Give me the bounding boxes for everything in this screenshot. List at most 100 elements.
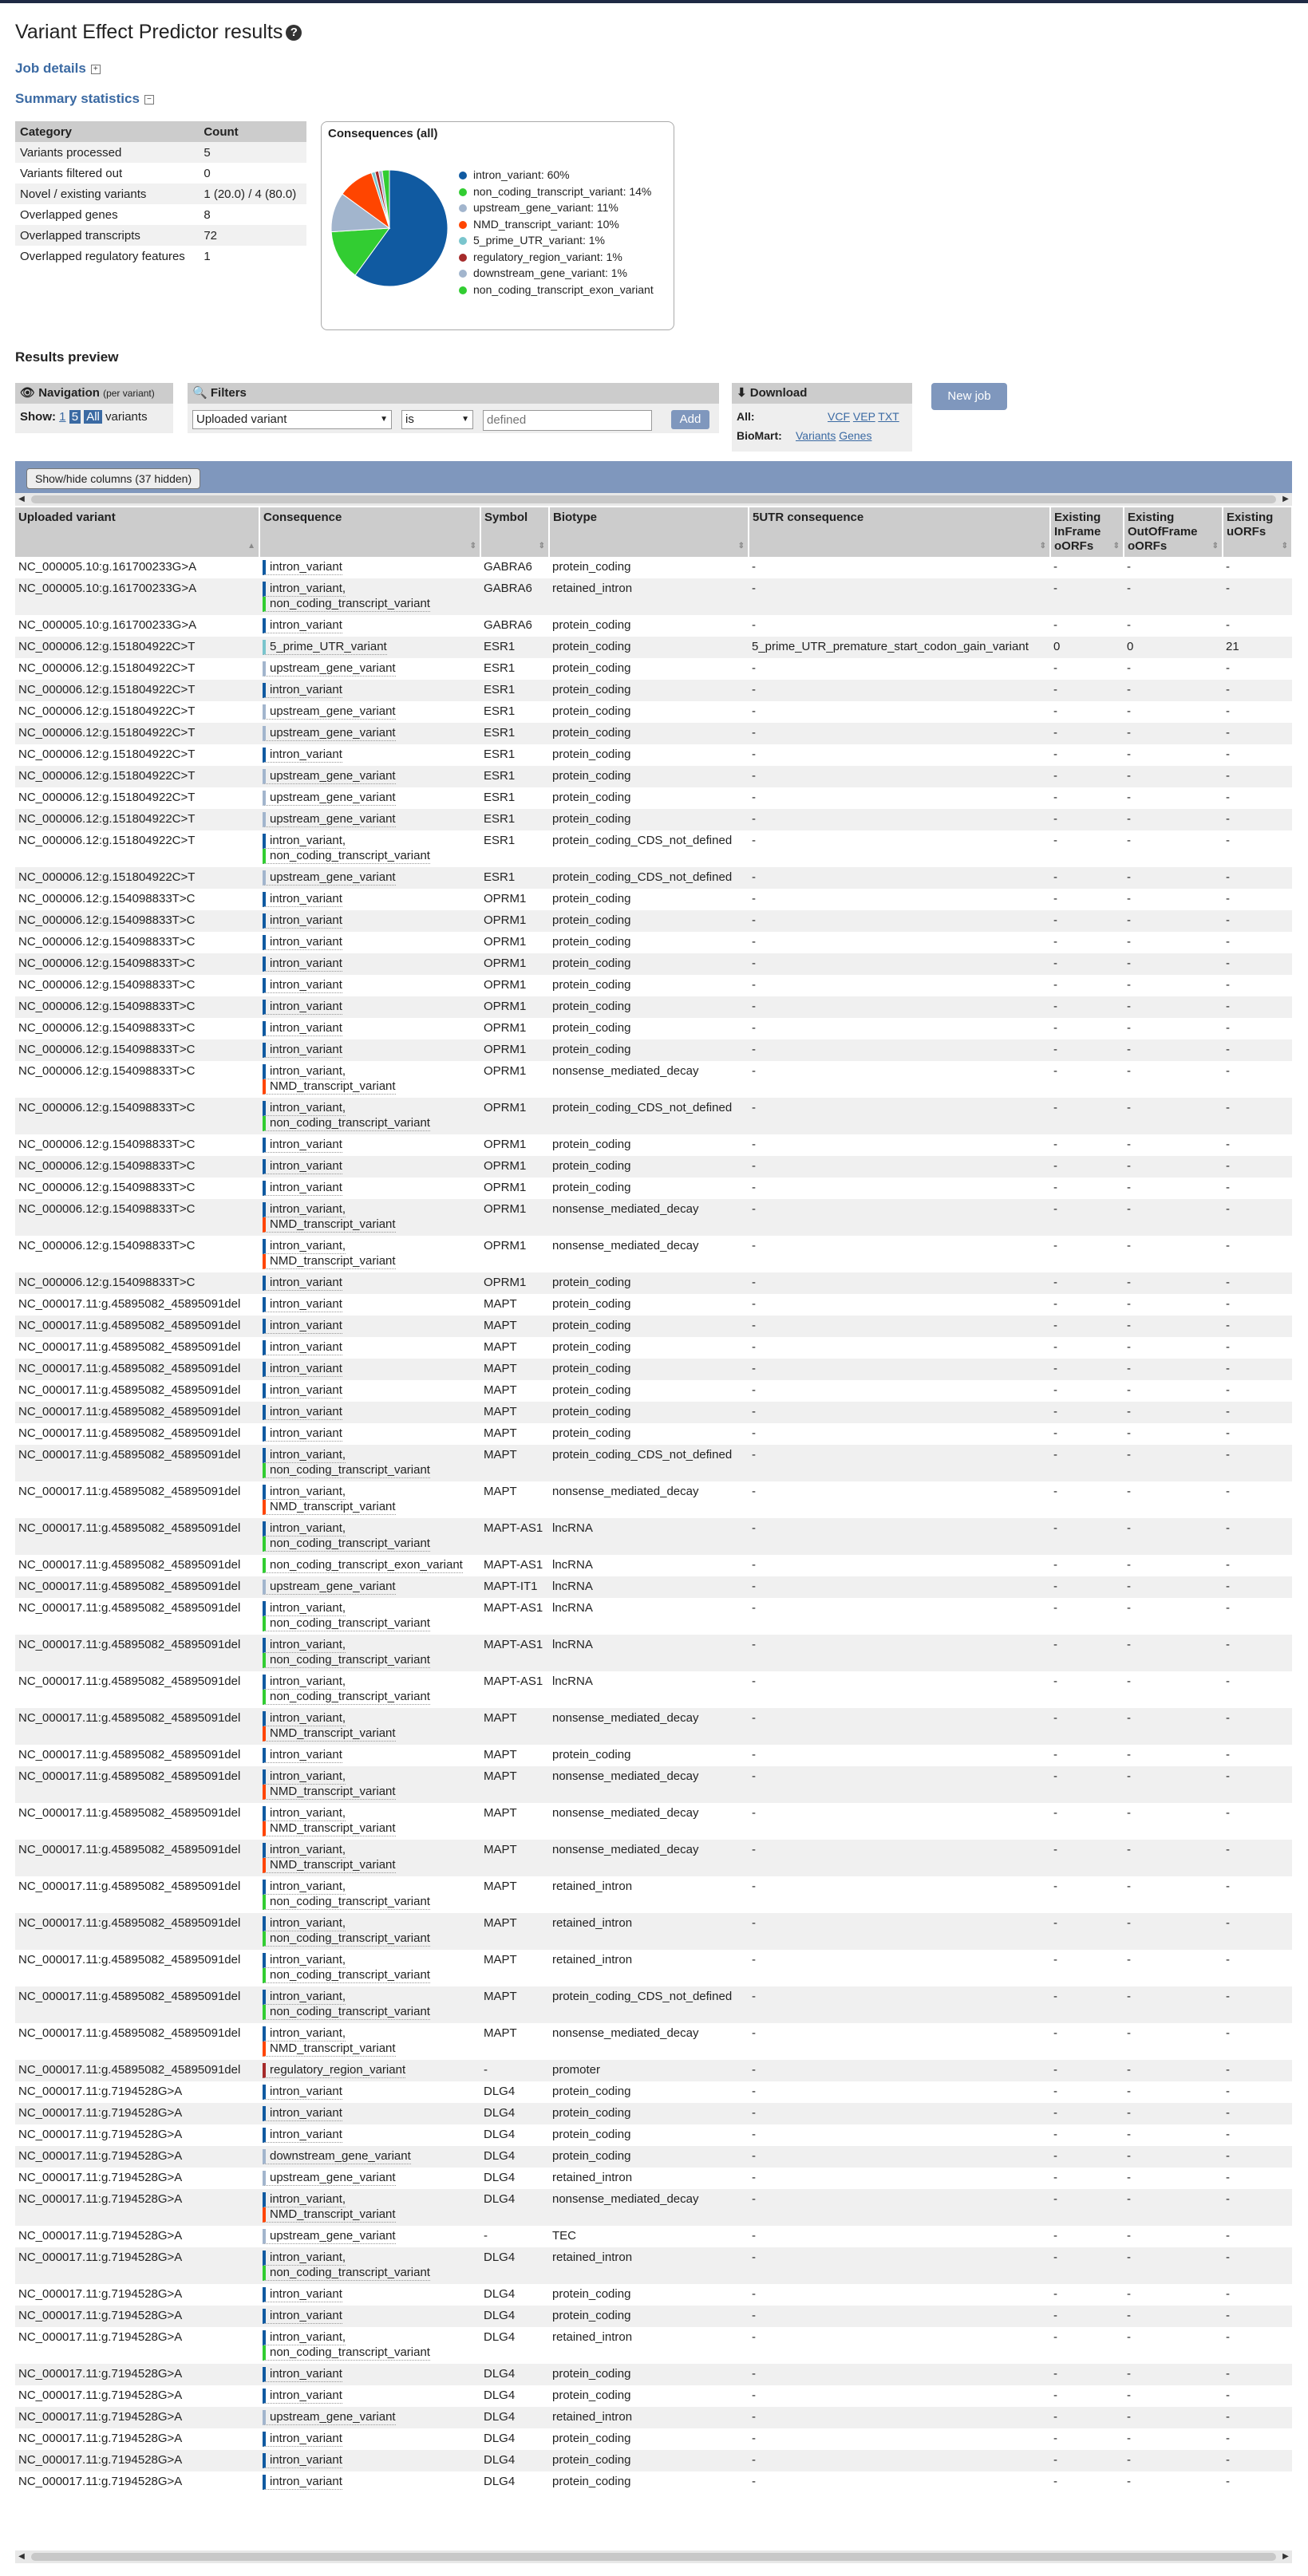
- scroll-left-icon[interactable]: ◀: [15, 2550, 28, 2563]
- consequence-term[interactable]: intron_variant,: [263, 1521, 346, 1537]
- job-details-toggle[interactable]: Job details +: [15, 61, 101, 77]
- sort-icon[interactable]: ⇕: [539, 539, 545, 554]
- consequence-term[interactable]: intron_variant: [263, 1383, 342, 1398]
- sort-icon[interactable]: ▲: [247, 539, 255, 554]
- consequence-term[interactable]: upstream_gene_variant: [263, 791, 396, 806]
- consequence-term[interactable]: intron_variant: [263, 1748, 342, 1763]
- consequence-term[interactable]: intron_variant,: [263, 1843, 346, 1858]
- add-filter-button[interactable]: Add: [671, 410, 709, 429]
- summary-statistics-toggle[interactable]: Summary statistics −: [15, 91, 154, 107]
- consequence-term[interactable]: intron_variant,: [263, 1675, 346, 1690]
- consequence-term[interactable]: intron_variant: [263, 978, 342, 993]
- consequence-term[interactable]: intron_variant,: [263, 1916, 346, 1931]
- column-header[interactable]: Biotype ⇕: [549, 507, 749, 557]
- consequence-term[interactable]: intron_variant: [263, 1276, 342, 1291]
- consequence-term[interactable]: intron_variant: [263, 2475, 342, 2490]
- consequence-term[interactable]: regulatory_region_variant: [263, 2063, 406, 2078]
- consequence-term[interactable]: NMD_transcript_variant: [263, 2207, 396, 2223]
- consequence-term[interactable]: intron_variant: [263, 1426, 342, 1442]
- horizontal-scrollbar-bottom[interactable]: ◀ ▶: [15, 2550, 1292, 2563]
- consequence-term[interactable]: intron_variant,: [263, 1101, 346, 1116]
- scroll-thumb[interactable]: [31, 495, 1276, 503]
- new-job-button[interactable]: New job: [931, 383, 1007, 410]
- consequence-term[interactable]: intron_variant: [263, 2389, 342, 2404]
- consequence-term[interactable]: intron_variant,: [263, 1990, 346, 2005]
- consequence-term[interactable]: intron_variant,: [263, 1638, 346, 1653]
- consequence-term[interactable]: intron_variant: [263, 1159, 342, 1174]
- consequence-term[interactable]: NMD_transcript_variant: [263, 1821, 396, 1836]
- consequence-term[interactable]: intron_variant: [263, 2128, 342, 2143]
- sort-icon[interactable]: ⇕: [1040, 539, 1046, 554]
- consequence-term[interactable]: non_coding_transcript_variant: [263, 1653, 430, 1668]
- consequence-term[interactable]: NMD_transcript_variant: [263, 1785, 396, 1800]
- consequence-term[interactable]: intron_variant: [263, 2432, 342, 2447]
- consequence-term[interactable]: intron_variant: [263, 1021, 342, 1036]
- consequence-term[interactable]: intron_variant: [263, 618, 342, 633]
- biomart-genes-link[interactable]: Genes: [839, 429, 871, 442]
- help-icon[interactable]: ?: [286, 25, 302, 41]
- consequence-term[interactable]: intron_variant,: [263, 2251, 346, 2266]
- consequence-term[interactable]: intron_variant,: [263, 1448, 346, 1463]
- sort-icon[interactable]: ⇕: [470, 539, 476, 554]
- consequence-term[interactable]: non_coding_transcript_variant: [263, 849, 430, 864]
- consequence-term[interactable]: intron_variant,: [263, 1711, 346, 1726]
- consequence-term[interactable]: intron_variant: [263, 1297, 342, 1312]
- filter-value-input[interactable]: [483, 410, 652, 431]
- consequence-term[interactable]: upstream_gene_variant: [263, 2171, 396, 2186]
- column-header[interactable]: Symbol ⇕: [480, 507, 550, 557]
- consequence-term[interactable]: intron_variant: [263, 2453, 342, 2468]
- consequence-term[interactable]: intron_variant: [263, 1043, 342, 1058]
- download-vep-link[interactable]: VEP: [853, 410, 875, 423]
- sort-icon[interactable]: ⇕: [1212, 539, 1219, 554]
- show-1-link[interactable]: 1: [59, 410, 65, 424]
- download-txt-link[interactable]: TXT: [878, 410, 899, 423]
- consequence-term[interactable]: non_coding_transcript_variant: [263, 597, 430, 612]
- scroll-left-icon[interactable]: ◀: [15, 493, 28, 506]
- sort-icon[interactable]: ⇕: [1113, 539, 1120, 554]
- consequence-term[interactable]: intron_variant: [263, 892, 342, 907]
- consequence-term[interactable]: NMD_transcript_variant: [263, 2041, 396, 2057]
- consequence-term[interactable]: non_coding_transcript_variant: [263, 1616, 430, 1631]
- consequence-term[interactable]: non_coding_transcript_variant: [263, 1690, 430, 1705]
- column-header[interactable]: Existing OutOfFrame oORFs ⇕: [1124, 507, 1223, 557]
- consequence-term[interactable]: upstream_gene_variant: [263, 1580, 396, 1595]
- consequence-term[interactable]: intron_variant: [263, 1405, 342, 1420]
- consequence-term[interactable]: intron_variant,: [263, 2330, 346, 2345]
- horizontal-scrollbar-top[interactable]: ◀ ▶: [15, 493, 1292, 506]
- consequence-term[interactable]: intron_variant: [263, 1000, 342, 1015]
- consequence-term[interactable]: non_coding_transcript_variant: [263, 2266, 430, 2281]
- column-header[interactable]: Uploaded variant ▲: [15, 507, 260, 557]
- consequence-term[interactable]: intron_variant: [263, 1319, 342, 1334]
- consequence-term[interactable]: intron_variant: [263, 2287, 342, 2302]
- consequence-term[interactable]: intron_variant,: [263, 1953, 346, 1968]
- consequence-term[interactable]: non_coding_transcript_variant: [263, 1895, 430, 1910]
- consequence-term[interactable]: intron_variant,: [263, 1601, 346, 1616]
- column-header[interactable]: Existing InFrame oORFs ⇕: [1050, 507, 1124, 557]
- consequence-term[interactable]: NMD_transcript_variant: [263, 1254, 396, 1269]
- consequence-term[interactable]: upstream_gene_variant: [263, 2410, 396, 2425]
- consequence-term[interactable]: intron_variant,: [263, 1485, 346, 1500]
- sort-icon[interactable]: ⇕: [1282, 539, 1288, 554]
- consequence-term[interactable]: intron_variant: [263, 2085, 342, 2100]
- scroll-right-icon[interactable]: ▶: [1279, 493, 1292, 506]
- consequence-term[interactable]: intron_variant: [263, 560, 342, 575]
- consequence-term[interactable]: intron_variant: [263, 1138, 342, 1153]
- scroll-right-icon[interactable]: ▶: [1279, 2550, 1292, 2563]
- consequence-term[interactable]: intron_variant,: [263, 1064, 346, 1079]
- consequence-term[interactable]: upstream_gene_variant: [263, 661, 396, 677]
- consequence-term[interactable]: intron_variant,: [263, 1806, 346, 1821]
- consequence-term[interactable]: non_coding_transcript_variant: [263, 1537, 430, 1552]
- consequence-term[interactable]: intron_variant,: [263, 1769, 346, 1785]
- scroll-thumb[interactable]: [31, 2553, 1276, 2561]
- consequence-term[interactable]: intron_variant: [263, 2367, 342, 2382]
- consequence-term[interactable]: NMD_transcript_variant: [263, 1858, 396, 1873]
- consequence-term[interactable]: intron_variant: [263, 957, 342, 972]
- consequence-term[interactable]: non_coding_transcript_variant: [263, 2345, 430, 2361]
- consequence-term[interactable]: non_coding_transcript_exon_variant: [263, 1558, 463, 1573]
- filter-field-select[interactable]: Uploaded variant ▼: [192, 410, 392, 429]
- consequence-term[interactable]: upstream_gene_variant: [263, 812, 396, 827]
- consequence-term[interactable]: upstream_gene_variant: [263, 2229, 396, 2244]
- consequence-term[interactable]: non_coding_transcript_variant: [263, 1116, 430, 1131]
- biomart-variants-link[interactable]: Variants: [796, 429, 836, 442]
- consequence-term[interactable]: intron_variant: [263, 748, 342, 763]
